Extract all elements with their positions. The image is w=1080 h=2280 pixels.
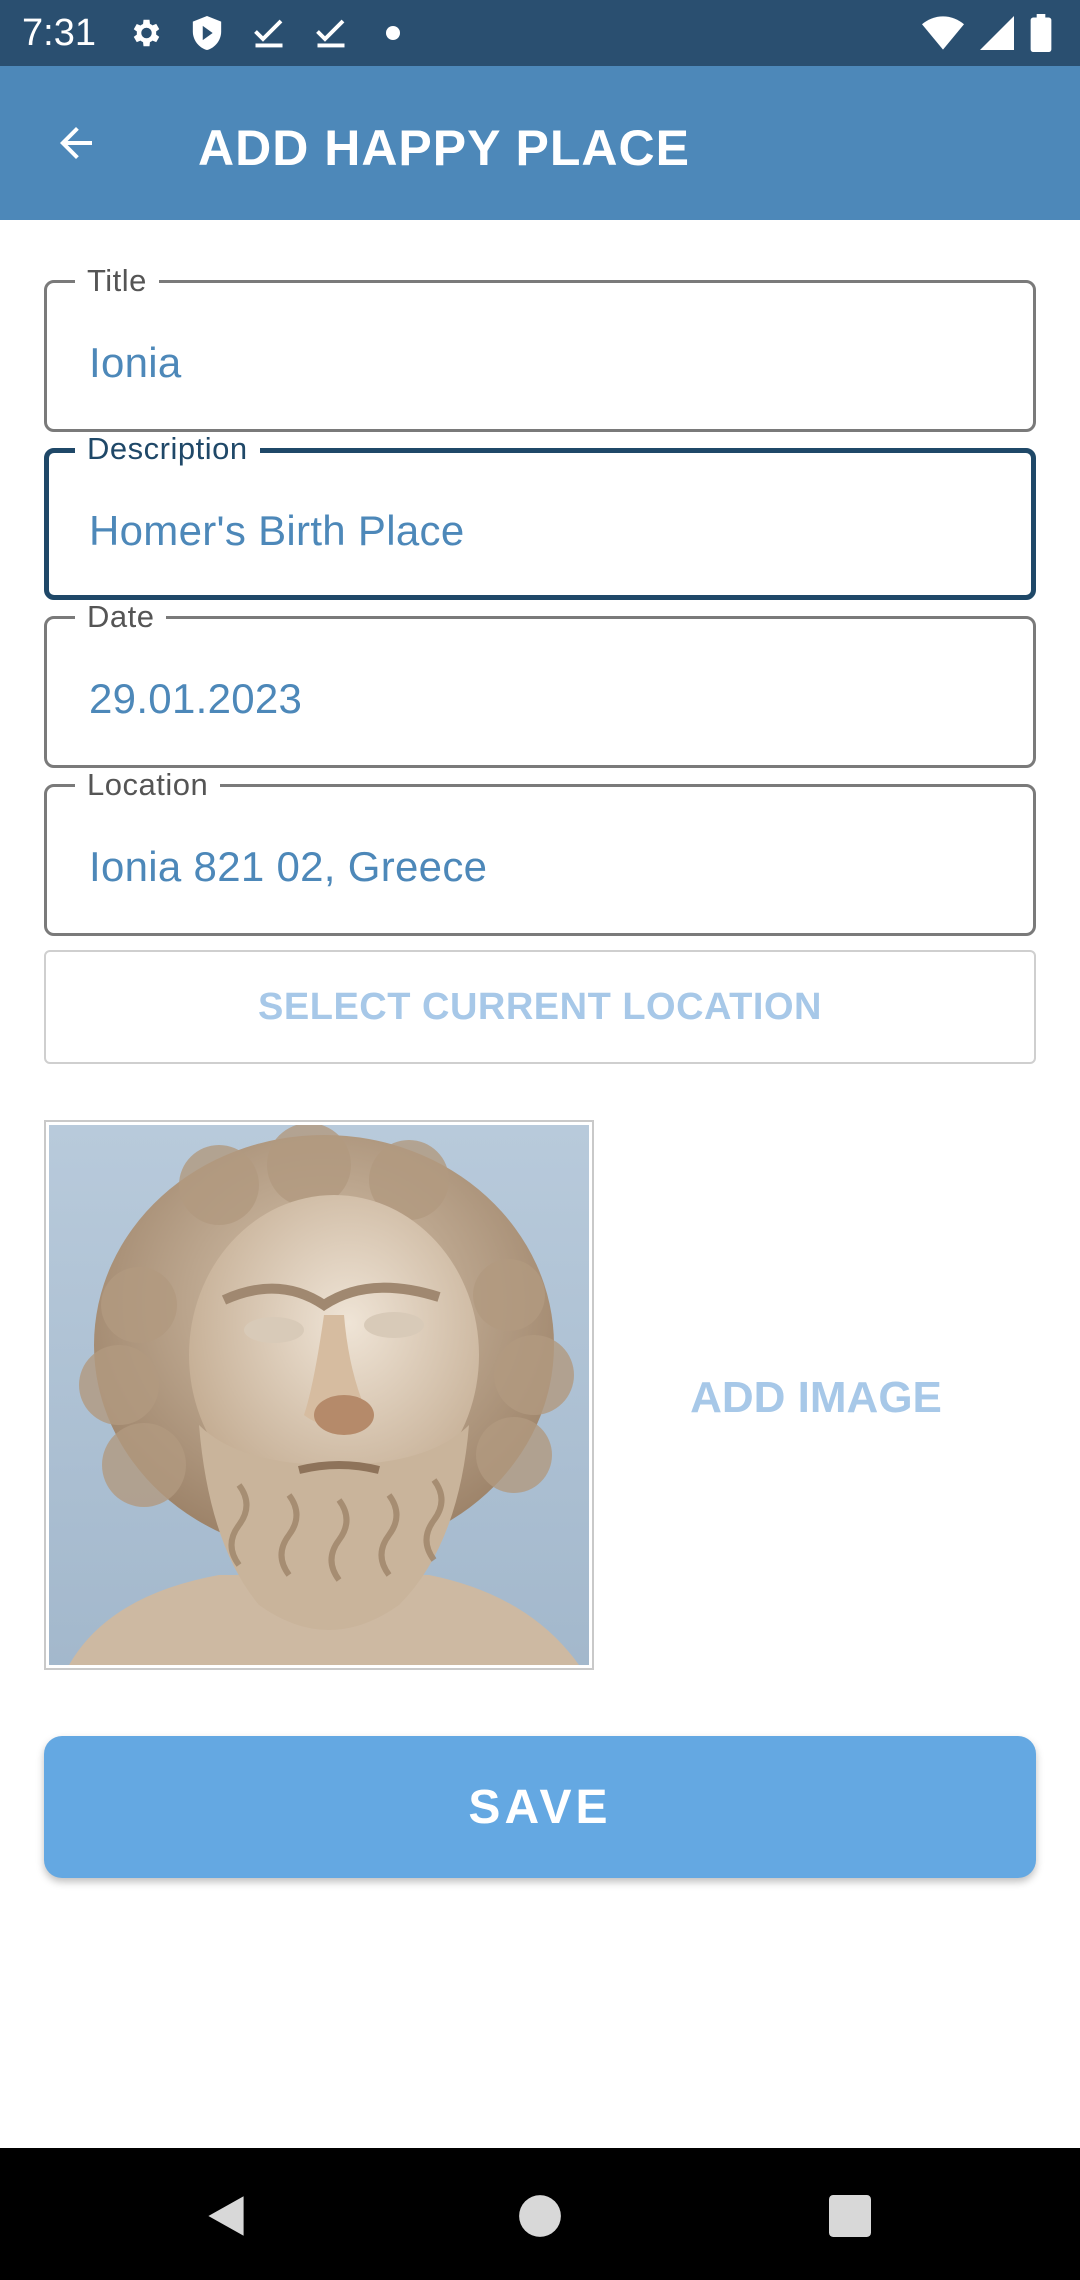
date-field[interactable]: Date 29.01.2023	[44, 600, 1036, 768]
wifi-icon	[922, 12, 964, 54]
arrow-left-icon	[60, 127, 92, 159]
save-button[interactable]: SAVE	[44, 1736, 1036, 1878]
title-field-value: Ionia	[89, 339, 182, 386]
location-field[interactable]: Location Ionia 821 02, Greece	[44, 768, 1036, 936]
nav-home-button[interactable]	[512, 2188, 568, 2244]
back-button[interactable]	[44, 111, 108, 175]
home-circle-icon	[519, 2195, 561, 2237]
description-field-label: Description	[75, 432, 260, 466]
checkmark-icon	[248, 12, 290, 54]
page-title: ADD HAPPY PLACE	[198, 120, 690, 176]
signal-icon	[980, 12, 1014, 54]
back-triangle-icon	[208, 2196, 244, 2236]
date-field-value: 29.01.2023	[89, 675, 303, 722]
title-field-label: Title	[75, 264, 159, 298]
description-field-value: Homer's Birth Place	[89, 507, 465, 554]
navigation-bar	[0, 2148, 1080, 2280]
shield-icon	[186, 12, 228, 54]
dot-icon	[372, 12, 414, 54]
app-bar: ADD HAPPY PLACE	[0, 66, 1080, 220]
status-icons-right	[906, 12, 1052, 54]
add-image-button[interactable]: ADD IMAGE	[640, 1370, 992, 1426]
status-bar: 7:31	[0, 0, 1080, 66]
nav-back-button[interactable]	[198, 2188, 254, 2244]
date-field-label: Date	[75, 600, 167, 634]
title-field[interactable]: Title Ionia	[44, 264, 1036, 432]
checkmark-icon	[310, 12, 352, 54]
select-current-location-button[interactable]: SELECT CURRENT LOCATION	[44, 950, 1036, 1064]
battery-icon	[1030, 12, 1052, 54]
settings-icon	[124, 12, 166, 54]
place-image	[44, 1120, 594, 1670]
status-icons-left	[124, 12, 434, 54]
recents-square-icon	[829, 2195, 871, 2237]
status-time: 7:31	[22, 12, 96, 54]
location-field-label: Location	[75, 768, 221, 802]
nav-recents-button[interactable]	[822, 2188, 878, 2244]
description-field[interactable]: Description Homer's Birth Place	[44, 432, 1036, 600]
bust-image	[49, 1125, 589, 1665]
location-field-value: Ionia 821 02, Greece	[89, 843, 488, 890]
